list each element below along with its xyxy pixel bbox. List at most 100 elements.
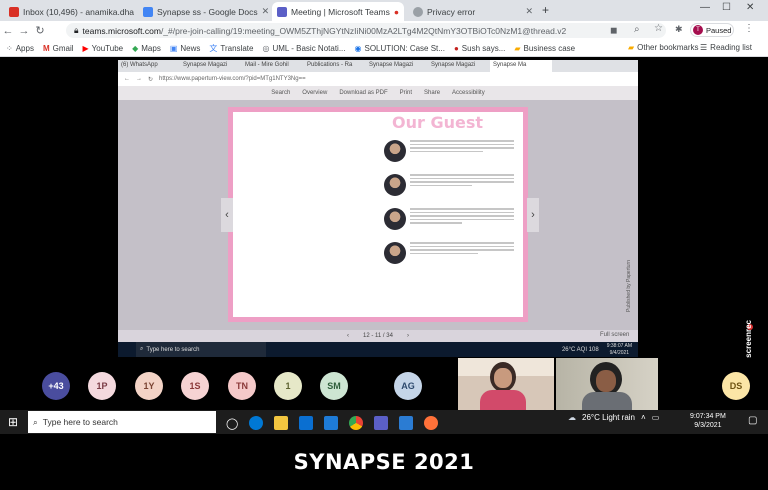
guest-entry — [384, 174, 514, 196]
edge-icon[interactable] — [249, 416, 264, 430]
close-icon[interactable]: ✕ — [403, 6, 404, 17]
notifications-icon[interactable]: ▢ — [748, 415, 757, 426]
magazine-left-page — [228, 107, 376, 322]
avatar: T — [693, 25, 703, 35]
guest-entry — [384, 208, 514, 230]
participant-avatar[interactable]: AG — [394, 372, 422, 400]
extensions-icon[interactable]: ✱ — [675, 24, 683, 35]
page-heading: Our Guest — [392, 113, 483, 132]
other-bookmarks-label: Other bookmarks — [637, 43, 699, 52]
bookmark-label: YouTube — [91, 43, 124, 53]
pager-next-icon: › — [406, 333, 409, 339]
camera-icon[interactable]: ◼ — [610, 25, 617, 36]
address-bar[interactable]: 🔒︎ teams.microsoft.com /_#/pre-join-call… — [66, 23, 666, 38]
bookmark-youtube[interactable]: ▶ YouTube — [83, 44, 124, 53]
participant-video[interactable] — [458, 358, 554, 410]
avatar-initials: 1 — [285, 381, 291, 391]
maximize-button[interactable]: ☐ — [722, 2, 731, 13]
participant-avatar[interactable]: 1S — [181, 372, 209, 400]
other-bookmarks[interactable]: ▰ Other bookmarks — [628, 43, 699, 52]
shared-time: 9:38:07 AM — [606, 342, 632, 349]
bookmark-news[interactable]: ▣ News — [170, 44, 201, 53]
minimize-button[interactable]: — — [700, 2, 710, 13]
pager-prev-icon: ‹ — [347, 333, 350, 339]
task-view-icon[interactable]: ◯ — [226, 417, 238, 430]
teams-icon[interactable] — [374, 416, 389, 430]
lock-icon: 🔒︎ — [74, 25, 79, 35]
folder-icon: ▰ — [628, 43, 635, 52]
shared-url: https://www.paperturn-view.com/?pid=MTg1… — [159, 76, 306, 82]
bookmark-label: Maps — [141, 43, 161, 53]
chrome-icon[interactable] — [349, 416, 364, 430]
apps-grid-icon: ⁘ — [6, 43, 13, 53]
participant-avatar[interactable]: SM — [320, 372, 348, 400]
bookmark-business-case[interactable]: ▰ Business case — [514, 44, 575, 53]
clock-date: 9/3/2021 — [694, 422, 722, 429]
system-tray: ☁ 26°C Light rain ˄ ▭ — [568, 413, 659, 422]
shared-tab: (6) WhatsApp — [121, 62, 158, 68]
gmail-icon: M — [42, 43, 50, 53]
close-icon[interactable]: ✕ — [262, 6, 268, 17]
participant-avatar[interactable]: 1P — [88, 372, 116, 400]
store-icon[interactable] — [299, 416, 314, 430]
bookmark-label: Translate — [220, 43, 254, 53]
participant-avatar-self[interactable]: DS — [722, 372, 750, 400]
avatar-initials: AG — [401, 381, 415, 391]
search-icon: ⌕ — [33, 416, 38, 427]
menu-icon[interactable]: ⋮ — [744, 23, 754, 34]
participant-video[interactable] — [556, 358, 658, 410]
bookmark-maps[interactable]: ◆ Maps — [132, 44, 161, 53]
zoom-icon[interactable]: ⌕ — [634, 24, 640, 35]
bookmark-uml[interactable]: ◎ UML - Basic Notati... — [262, 44, 345, 53]
reload-icon[interactable]: ↻ — [32, 24, 48, 37]
star-icon[interactable]: ☆ — [654, 23, 663, 34]
guest-entry — [384, 242, 514, 264]
reading-list[interactable]: ☰ Reading list — [700, 43, 752, 52]
forward-icon: → — [136, 76, 142, 82]
close-window-button[interactable]: ✕ — [746, 2, 754, 13]
taskbar-search[interactable]: ⌕ Type here to search — [28, 411, 216, 433]
windows-start-icon[interactable]: ⊞ — [8, 415, 18, 429]
participant-avatar-more[interactable]: +43 — [42, 372, 70, 400]
youtube-icon: ▶ — [82, 43, 89, 53]
avatar-initials: +43 — [48, 381, 64, 391]
profile-button[interactable]: T Paused — [690, 23, 734, 37]
new-tab-button[interactable]: + — [542, 3, 549, 17]
tab-label: Synapse ss - Google Docs — [157, 6, 258, 17]
bookmark-gmail[interactable]: M Gmail — [43, 44, 74, 53]
guest-photo — [384, 140, 406, 162]
paperturn-share: Share — [424, 90, 441, 96]
bookmark-solution[interactable]: ◉ SOLUTION: Case St... — [355, 44, 445, 53]
bookmark-translate[interactable]: 文 Translate — [209, 43, 253, 54]
battery-icon[interactable]: ▭ — [652, 413, 660, 422]
participant-avatar[interactable]: TN — [228, 372, 256, 400]
browser-tab-privacy[interactable]: Privacy error ✕ — [408, 2, 538, 21]
paperturn-download: Download as PDF — [339, 90, 388, 96]
file-explorer-icon[interactable] — [274, 416, 289, 430]
firefox-icon[interactable] — [424, 416, 439, 430]
participant-avatar[interactable]: 1 — [274, 372, 302, 400]
chevron-up-icon[interactable]: ˄ — [641, 413, 646, 422]
browser-tab-inbox[interactable]: Inbox (10,496) - anamika.dhawar ✕ — [4, 2, 134, 21]
weather-text[interactable]: 26°C Light rain — [582, 413, 635, 422]
word-icon[interactable] — [399, 416, 414, 430]
blog-icon: ● — [453, 43, 459, 53]
browser-tab-teams[interactable]: Meeting | Microsoft Teams ● ✕ — [272, 2, 404, 21]
taskbar-clock[interactable]: 9:07:34 PM 9/3/2021 — [690, 412, 726, 430]
page-navigator: ‹ 12 - 11 / 34 › — [118, 330, 638, 342]
participant-avatar[interactable]: 1Y — [135, 372, 163, 400]
back-icon[interactable]: ← — [0, 25, 16, 37]
magazine-right-page — [376, 107, 528, 322]
avatar-initials: DS — [729, 381, 743, 391]
bookmark-label: UML - Basic Notati... — [272, 43, 346, 53]
bookmark-apps[interactable]: ⁘ Apps — [6, 44, 34, 53]
tab-label: Meeting | Microsoft Teams — [291, 6, 390, 17]
shared-taskbar: ⌕ Type here to search 26°C AQI 108 9:38:… — [118, 342, 638, 357]
mail-icon[interactable] — [324, 416, 339, 430]
close-icon[interactable]: ✕ — [525, 6, 533, 17]
bookmark-sush[interactable]: ● Sush says... — [454, 44, 505, 53]
shared-tab: Synapse Magazi — [369, 62, 414, 68]
browser-tab-docs[interactable]: Synapse ss - Google Docs ✕ — [138, 2, 268, 21]
guest-list — [384, 140, 514, 264]
forward-icon[interactable]: → — [16, 25, 32, 37]
